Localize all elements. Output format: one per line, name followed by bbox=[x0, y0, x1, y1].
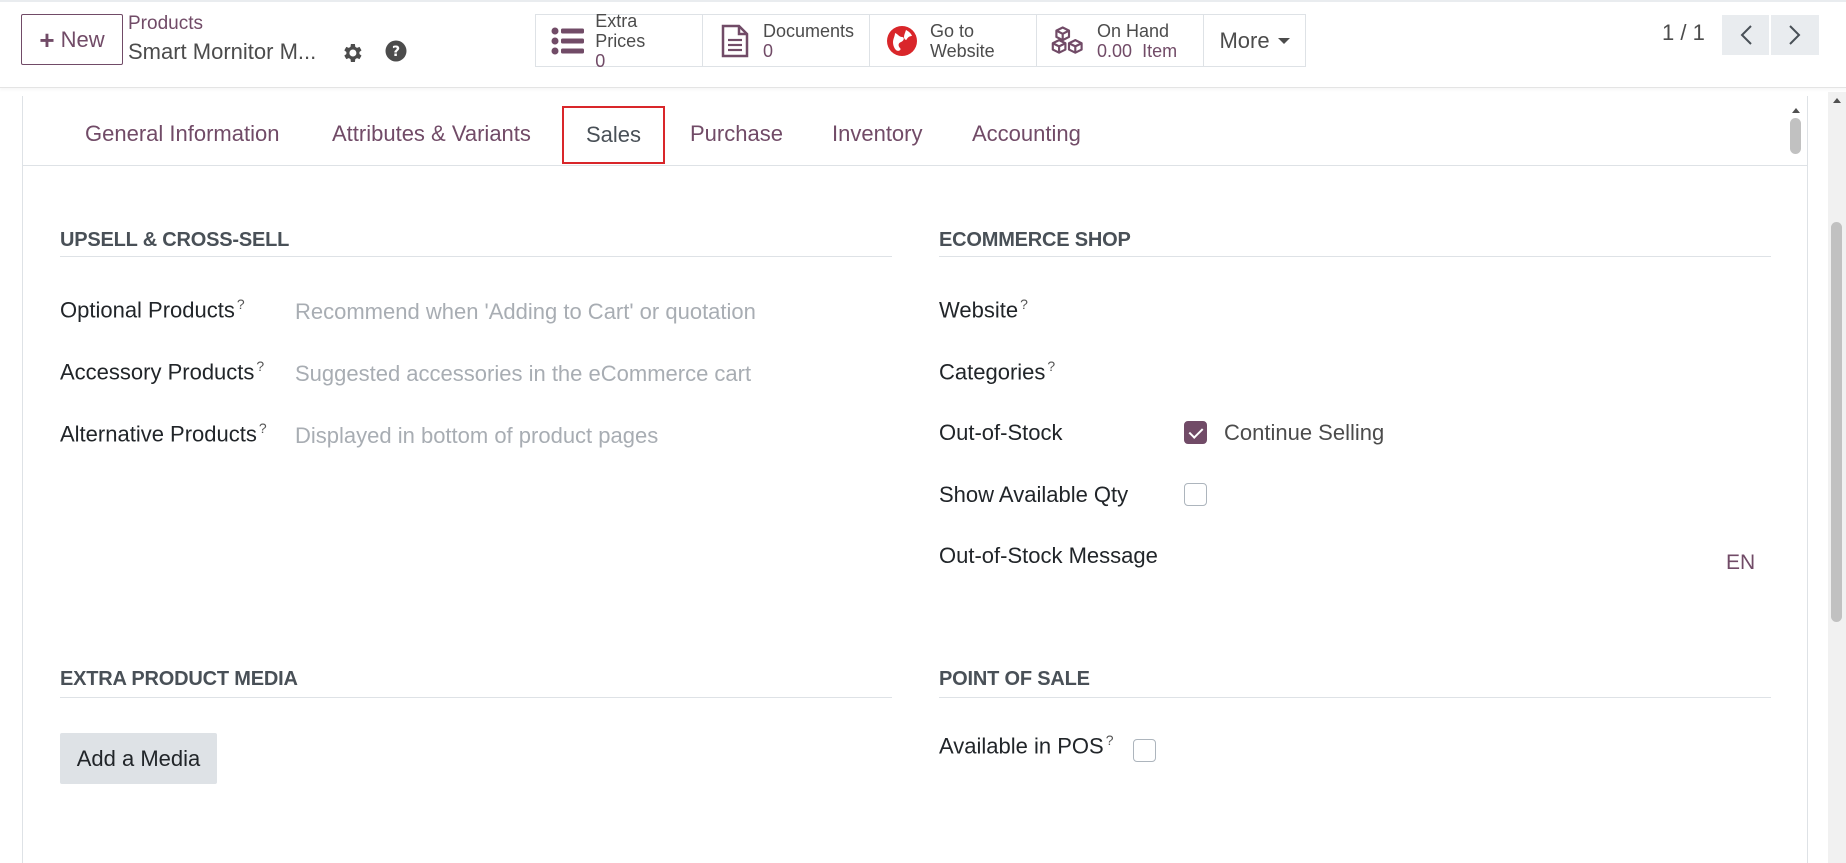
on-hand-unit: Item bbox=[1142, 40, 1178, 61]
documents-button[interactable]: Documents 0 bbox=[703, 15, 870, 66]
available-in-pos-checkbox[interactable] bbox=[1133, 739, 1156, 762]
upsell-section-title: UPSELL & CROSS-SELL bbox=[60, 229, 290, 251]
add-media-button[interactable]: Add a Media bbox=[60, 733, 217, 784]
go-to-website-button[interactable]: Go to Website bbox=[870, 15, 1037, 66]
cubes-icon bbox=[1051, 23, 1087, 59]
help-tooltip[interactable]: ? bbox=[256, 358, 264, 374]
scroll-up-arrow-icon[interactable] bbox=[1833, 98, 1841, 103]
continue-selling-label[interactable]: Continue Selling bbox=[1224, 420, 1384, 446]
on-hand-label: On Hand bbox=[1097, 20, 1170, 41]
alternative-products-label: Alternative Products? bbox=[60, 420, 267, 447]
documents-value: 0 bbox=[763, 40, 774, 61]
translate-language-button[interactable]: EN bbox=[1726, 551, 1755, 575]
globe-icon bbox=[884, 23, 920, 59]
scroll-up-arrow-icon[interactable] bbox=[1792, 108, 1800, 113]
help-tooltip[interactable]: ? bbox=[1047, 358, 1055, 374]
list-icon bbox=[550, 23, 585, 59]
tabs-scrollbar[interactable] bbox=[1787, 104, 1805, 164]
tab-accounting[interactable]: Accounting bbox=[972, 114, 1081, 154]
optional-products-label: Optional Products? bbox=[60, 296, 245, 323]
more-dropdown[interactable]: More bbox=[1204, 15, 1305, 66]
new-button-label: New bbox=[60, 26, 105, 52]
question-circle-icon[interactable]: ? bbox=[384, 39, 408, 63]
alternative-products-input[interactable]: Displayed in bottom of product pages bbox=[295, 423, 658, 449]
tab-general-information[interactable]: General Information bbox=[85, 114, 279, 154]
help-tooltip[interactable]: ? bbox=[1020, 296, 1028, 312]
upsell-divider bbox=[60, 256, 892, 257]
gear-icon[interactable] bbox=[340, 41, 364, 65]
tab-purchase[interactable]: Purchase bbox=[690, 114, 783, 154]
pager-previous-button[interactable] bbox=[1722, 15, 1770, 55]
pos-section-title: POINT OF SALE bbox=[939, 668, 1090, 690]
tab-sales[interactable]: Sales bbox=[562, 106, 666, 164]
out-of-stock-message-label: Out-of-Stock Message bbox=[939, 543, 1158, 568]
help-tooltip[interactable]: ? bbox=[1106, 732, 1114, 748]
new-button[interactable]: + New bbox=[21, 14, 123, 65]
breadcrumb-products[interactable]: Products bbox=[128, 13, 203, 35]
show-available-qty-label: Show Available Qty bbox=[939, 482, 1129, 507]
media-divider bbox=[60, 697, 892, 698]
out-of-stock-label: Out-of-Stock bbox=[939, 420, 1063, 445]
website-field-label: Website? bbox=[939, 296, 1028, 323]
scroll-thumb[interactable] bbox=[1831, 222, 1842, 622]
help-tooltip[interactable]: ? bbox=[237, 296, 245, 312]
more-label: More bbox=[1219, 27, 1270, 53]
chevron-right-icon bbox=[1789, 25, 1801, 45]
record-name: Smart Mornitor M... bbox=[128, 39, 317, 64]
website-label: Website bbox=[930, 40, 995, 61]
plus-icon: + bbox=[39, 24, 55, 55]
form-sheet: General Information Attributes & Variant… bbox=[22, 96, 1808, 863]
on-hand-button[interactable]: On Hand 0.00 Item bbox=[1037, 15, 1204, 66]
page-scrollbar[interactable] bbox=[1828, 92, 1846, 863]
available-in-pos-label: Available in POS? bbox=[939, 732, 1114, 759]
pager-value[interactable]: 1 / 1 bbox=[1662, 20, 1705, 46]
tab-attributes-variants[interactable]: Attributes & Variants bbox=[332, 114, 531, 154]
media-section-title: EXTRA PRODUCT MEDIA bbox=[60, 668, 298, 690]
chevron-left-icon bbox=[1740, 25, 1752, 45]
show-available-qty-checkbox[interactable] bbox=[1184, 483, 1207, 506]
control-panel: + New Products Smart Mornitor M... ? Ext… bbox=[0, 0, 1846, 88]
tab-inventory[interactable]: Inventory bbox=[832, 114, 923, 154]
svg-text:?: ? bbox=[392, 44, 400, 60]
on-hand-value: 0.00 bbox=[1097, 40, 1133, 61]
scroll-thumb[interactable] bbox=[1790, 118, 1801, 154]
ecommerce-divider bbox=[939, 256, 1771, 257]
pager-next-button[interactable] bbox=[1771, 15, 1819, 55]
accessory-products-input[interactable]: Suggested accessories in the eCommerce c… bbox=[295, 361, 751, 387]
file-text-icon bbox=[717, 23, 753, 59]
continue-selling-checkbox[interactable] bbox=[1184, 421, 1207, 444]
caret-down-icon bbox=[1277, 37, 1290, 44]
categories-field-label: Categories? bbox=[939, 358, 1056, 385]
extra-prices-label: Extra Prices bbox=[595, 10, 646, 51]
optional-products-input[interactable]: Recommend when 'Adding to Cart' or quota… bbox=[295, 299, 756, 325]
go-to-label: Go to bbox=[930, 20, 975, 41]
accessory-products-label: Accessory Products? bbox=[60, 358, 265, 385]
ecommerce-section-title: ECOMMERCE SHOP bbox=[939, 229, 1131, 251]
smart-buttons: Extra Prices 0 Documents 0 Go to Website… bbox=[535, 11, 1306, 71]
documents-label: Documents bbox=[763, 20, 855, 41]
extra-prices-button[interactable]: Extra Prices 0 bbox=[536, 11, 703, 71]
help-tooltip[interactable]: ? bbox=[259, 420, 267, 436]
pos-divider bbox=[939, 697, 1771, 698]
notebook-tabs: General Information Attributes & Variant… bbox=[23, 96, 1808, 166]
extra-prices-value: 0 bbox=[595, 50, 606, 71]
